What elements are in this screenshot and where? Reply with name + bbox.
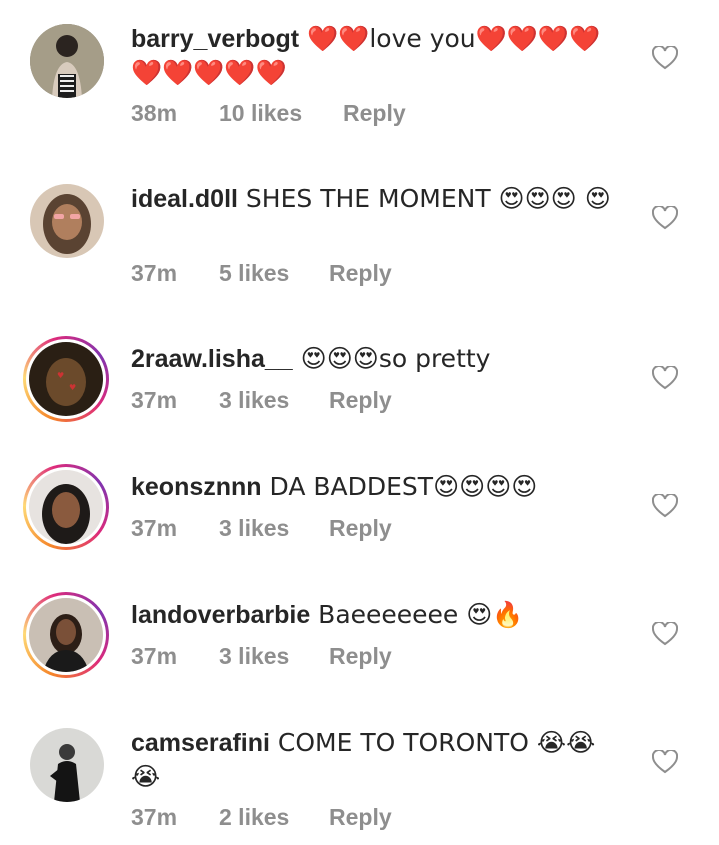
reply-button[interactable]: Reply [329,260,392,287]
comment-body: Baeeeeeee 😍🔥 [310,600,524,629]
timestamp: 37m [131,387,178,413]
likes-count[interactable]: 5 likes [219,260,289,287]
reply-button[interactable]: Reply [329,804,392,831]
timestamp: 38m [131,100,178,126]
likes-count[interactable]: 3 likes [219,643,289,670]
comment-text: keonsznnn DA BADDEST😍😍😍😍 [131,470,631,504]
avatar[interactable] [30,728,104,802]
likes-count[interactable]: 3 likes [219,387,289,414]
svg-text:♥: ♥ [69,383,76,392]
likes-count[interactable]: 3 likes [219,515,289,542]
comment-body: 😍😍😍so pretty [292,344,491,373]
heart-icon[interactable] [652,750,678,774]
reply-button[interactable]: Reply [329,387,392,414]
comment-text: landoverbarbie Baeeeeeee 😍🔥 [131,598,631,632]
comment-text: ideal.d0ll SHES THE MOMENT 😍😍😍 😍 [131,182,631,216]
likes-count[interactable]: 2 likes [219,804,289,831]
username[interactable]: landoverbarbie [131,601,310,629]
comment-body: SHES THE MOMENT 😍😍😍 😍 [237,184,611,213]
username[interactable]: keonsznnn [131,473,262,501]
story-ring[interactable] [23,464,109,550]
username[interactable]: 2raaw.lisha__ [131,345,293,373]
avatar[interactable] [29,470,103,544]
reply-button[interactable]: Reply [329,643,392,670]
comment-text: camserafini COME TO TORONTO 😭😭 😭 [131,726,631,794]
heart-icon[interactable] [652,206,678,230]
avatar[interactable] [29,598,103,672]
timestamp: 37m [131,260,178,286]
heart-icon[interactable] [652,366,678,390]
avatar[interactable] [30,24,104,98]
likes-count[interactable]: 10 likes [219,100,302,127]
username[interactable]: camserafini [131,729,270,757]
timestamp: 37m [131,804,178,830]
username[interactable]: barry_verbogt [131,25,299,53]
timestamp: 37m [131,643,178,669]
comment-body: DA BADDEST😍😍😍😍 [261,472,538,501]
reply-button[interactable]: Reply [329,515,392,542]
story-ring[interactable]: ♥ ♥ [23,336,109,422]
comment-text: 2raaw.lisha__ 😍😍😍so pretty [131,342,631,376]
comment-text: barry_verbogt ❤️❤️love you❤️❤️❤️❤️ ❤️❤️❤… [131,22,631,90]
avatar[interactable] [30,184,104,258]
reply-button[interactable]: Reply [343,100,406,127]
heart-icon[interactable] [652,494,678,518]
username[interactable]: ideal.d0ll [131,185,238,213]
timestamp: 37m [131,515,178,541]
avatar[interactable]: ♥ ♥ [29,342,103,416]
heart-icon[interactable] [652,622,678,646]
heart-icon[interactable] [652,46,678,70]
svg-text:♥: ♥ [57,371,64,380]
story-ring[interactable] [23,592,109,678]
